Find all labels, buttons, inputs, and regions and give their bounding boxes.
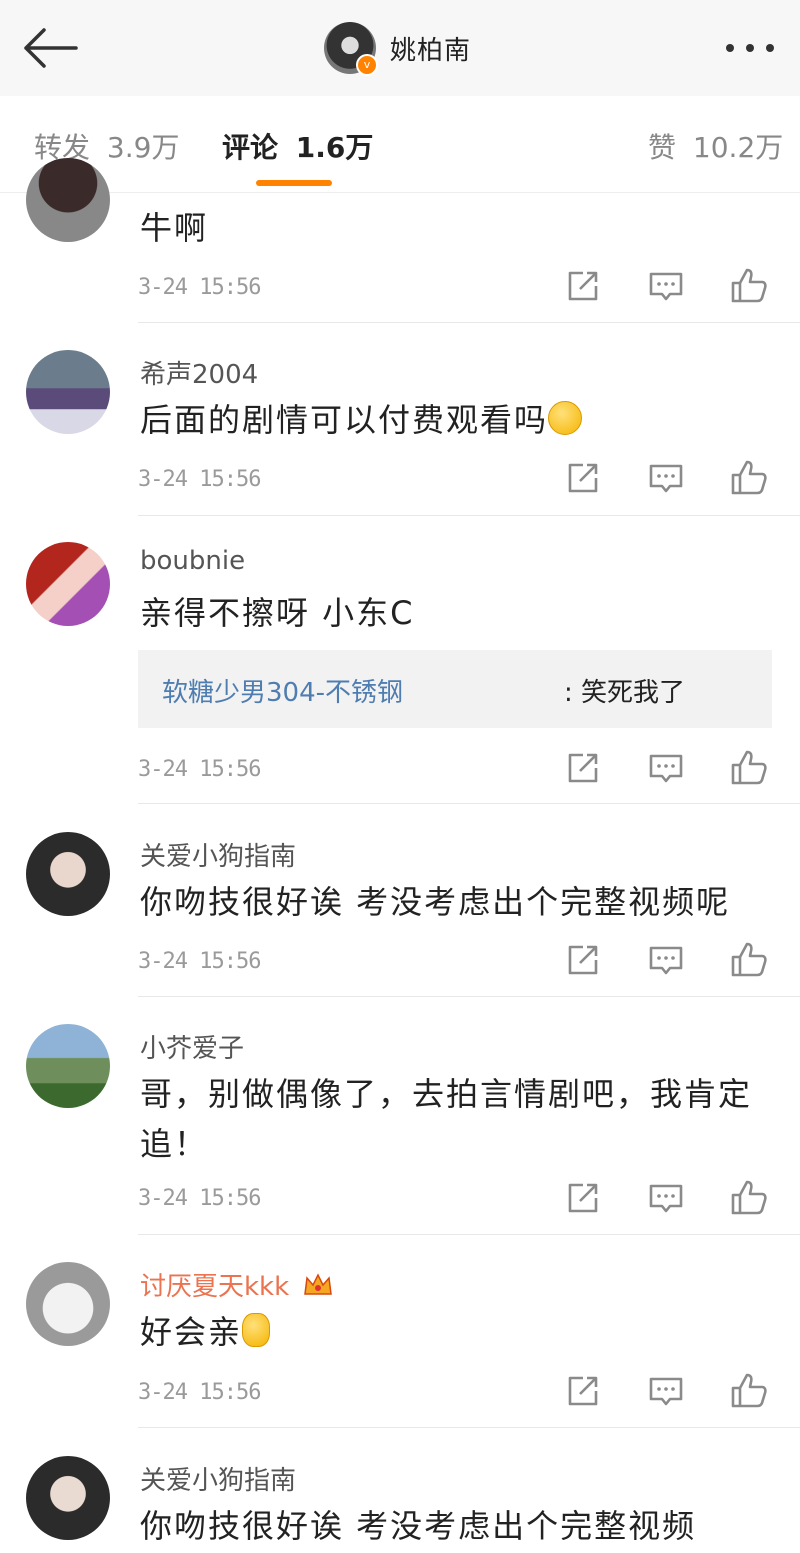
comment-time: 3-24 15:56 [138, 275, 261, 300]
comment-username[interactable]: 希声2004 [140, 354, 258, 391]
tab-bar: 转发 3.9万 评论 1.6万 赞 10.2万 [0, 96, 800, 193]
tab-likes[interactable]: 赞 10.2万 [648, 126, 783, 166]
comment-divider [138, 322, 800, 323]
comment-avatar[interactable] [26, 542, 110, 626]
page-title-group[interactable]: v 姚柏南 [324, 20, 471, 76]
comment-text: 你吻技很好诶 考没考虑出个完整视频 [140, 1507, 697, 1545]
comment-divider [138, 1234, 800, 1235]
comment-text: 后面的剧情可以付费观看吗 [140, 395, 760, 445]
share-icon[interactable] [563, 1371, 603, 1411]
like-icon[interactable] [729, 1178, 769, 1218]
tab-comments[interactable]: 评论 1.6万 [222, 126, 373, 166]
tab-reposts-count: 3.9万 [106, 131, 180, 164]
comment-username[interactable]: boubnie [140, 546, 245, 576]
more-options-icon[interactable] [724, 36, 776, 60]
like-icon[interactable] [729, 266, 769, 306]
share-icon[interactable] [563, 266, 603, 306]
comment-username-text: 讨厌夏天kkk [140, 1272, 290, 1302]
active-tab-indicator [256, 180, 332, 186]
page-title: 姚柏南 [390, 35, 472, 66]
comment-divider [138, 996, 800, 997]
share-icon[interactable] [563, 748, 603, 788]
comment-divider [138, 803, 800, 804]
comment-text: 哥，别做偶像了，去拍言情剧吧，我肯定追！ [140, 1075, 753, 1163]
reply-icon[interactable] [646, 1371, 686, 1411]
reply-icon[interactable] [646, 748, 686, 788]
comment-avatar[interactable] [26, 158, 110, 242]
comment-reply-box[interactable]: 软糖少男304-不锈钢 : 笑死我了 [138, 650, 772, 728]
comment-text: 牛啊 [140, 209, 209, 247]
comment-text: 好会亲 [140, 1307, 760, 1357]
top-bar: v 姚柏南 [0, 0, 800, 97]
share-icon[interactable] [563, 458, 603, 498]
like-icon[interactable] [729, 458, 769, 498]
reply-icon[interactable] [646, 458, 686, 498]
comment-avatar[interactable] [26, 350, 110, 434]
share-icon[interactable] [563, 940, 603, 980]
comment-text: 亲得不擦呀 小东C [140, 594, 415, 632]
like-icon[interactable] [729, 748, 769, 788]
comment-time: 3-24 15:56 [138, 467, 261, 492]
comment-time: 3-24 15:56 [138, 757, 261, 782]
tab-likes-count: 10.2万 [692, 131, 784, 164]
reply-text: : 笑死我了 [564, 678, 686, 708]
comment-username-vip[interactable]: 讨厌夏天kkk [140, 1266, 333, 1303]
comment-username[interactable]: 关爱小狗指南 [140, 1460, 296, 1497]
reply-username[interactable]: 软糖少男304-不锈钢 [162, 672, 403, 709]
tab-comments-count: 1.6万 [295, 131, 374, 164]
comment-text: 你吻技很好诶 考没考虑出个完整视频呢 [140, 883, 731, 921]
comment-username[interactable]: 关爱小狗指南 [140, 836, 296, 873]
reply-icon[interactable] [646, 940, 686, 980]
comment-avatar[interactable] [26, 1024, 110, 1108]
tab-comments-label: 评论 [222, 131, 279, 164]
like-icon[interactable] [729, 940, 769, 980]
reply-icon[interactable] [646, 266, 686, 306]
comment-username[interactable]: 小芥爱子 [140, 1028, 244, 1065]
shy-emoji-icon [242, 1313, 271, 1347]
reply-icon[interactable] [646, 1178, 686, 1218]
comment-avatar[interactable] [26, 1262, 110, 1346]
verified-badge-icon: v [356, 54, 378, 76]
like-icon[interactable] [729, 1371, 769, 1411]
comment-divider [138, 515, 800, 516]
back-arrow-icon[interactable] [20, 26, 80, 70]
comment-avatar[interactable] [26, 832, 110, 916]
share-icon[interactable] [563, 1178, 603, 1218]
comment-time: 3-24 15:56 [138, 1380, 261, 1405]
vip-crown-icon [304, 1273, 333, 1295]
comment-divider [138, 1427, 800, 1428]
author-avatar[interactable]: v [324, 22, 378, 76]
comment-text-body: 后面的剧情可以付费观看吗 [140, 401, 549, 439]
smile-emoji-icon [548, 401, 583, 435]
tab-likes-label: 赞 [648, 131, 677, 164]
comment-time: 3-24 15:56 [138, 1186, 261, 1211]
comment-text-body: 好会亲 [140, 1313, 243, 1351]
comment-time: 3-24 15:56 [138, 949, 261, 974]
comment-avatar[interactable] [26, 1456, 110, 1540]
